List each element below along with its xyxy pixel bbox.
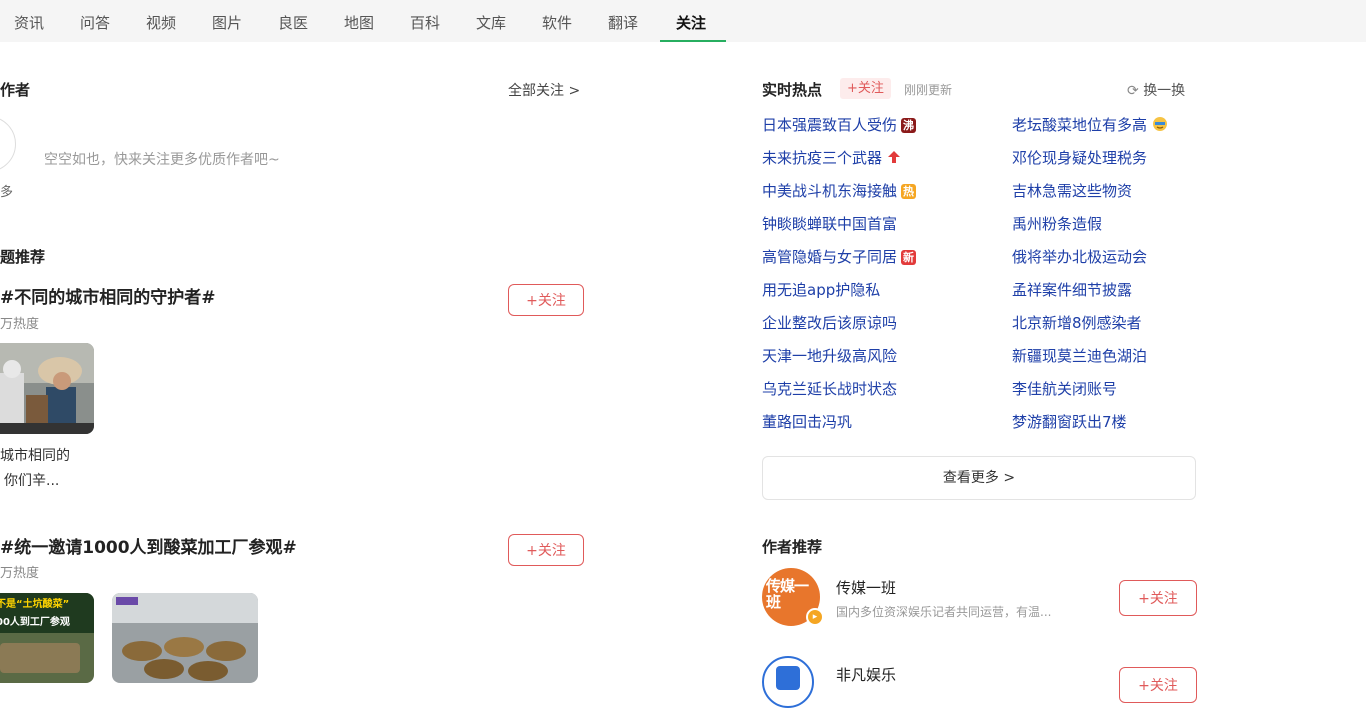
hot-item[interactable]: 钟睒睒蝉联中国首富 (762, 213, 897, 234)
hot-item[interactable]: 乌克兰延长战时状态 (762, 378, 897, 399)
refresh-label: 换一换 (1143, 83, 1186, 99)
emoji-face-icon (1152, 117, 1167, 131)
hot-item-text: 天津一地升级高风险 (762, 347, 898, 365)
thumbnail-text: 不是“土坑酸菜” (0, 599, 70, 610)
topics-section-title: 题推荐 (0, 248, 46, 266)
tab-follow[interactable]: 关注 (676, 0, 706, 42)
hot-badge-icon: 热 (901, 184, 917, 199)
topic-heat: 万热度 (0, 566, 40, 581)
hot-item-text: 高管隐婚与女子同居 (762, 248, 898, 266)
hot-item-text: 日本强震致百人受伤 (762, 116, 898, 134)
hot-item[interactable]: 未来抗疫三个武器 (762, 147, 901, 168)
hot-item[interactable]: 俄将举办北极运动会 (1012, 246, 1147, 267)
author-avatar-text: 传媒一班 (766, 577, 809, 611)
topic-heat: 万热度 (0, 317, 40, 332)
topic-title[interactable]: #统一邀请1000人到酸菜加工厂参观# (0, 533, 297, 558)
rising-arrow-icon (887, 151, 900, 163)
hot-item-text: 俄将举办北极运动会 (1012, 248, 1148, 266)
top-nav: 资讯 问答 视频 图片 良医 地图 百科 文库 软件 翻译 关注 (0, 0, 1366, 42)
author-follow-button[interactable]: +关注 (1119, 667, 1197, 703)
hot-item[interactable]: 孟祥案件细节披露 (1012, 279, 1132, 300)
hot-item-text: 邓伦现身疑处理税务 (1012, 149, 1148, 167)
boiling-badge-icon: 沸 (901, 118, 917, 133)
hot-item-text: 钟睒睒蝉联中国首富 (762, 215, 898, 233)
topic-thumbnail[interactable]: 不是“土坑酸菜” 00人到工厂参观 (0, 593, 94, 683)
tab-images[interactable]: 图片 (212, 0, 242, 42)
hot-item-text: 李佳航关闭账号 (1012, 380, 1118, 398)
tab-news[interactable]: 资讯 (14, 0, 44, 42)
author-name[interactable]: 非凡娱乐 (836, 664, 896, 685)
topic-title[interactable]: #不同的城市相同的守护者# (0, 283, 216, 308)
author-follow-button[interactable]: +关注 (1119, 580, 1197, 616)
all-follow-link[interactable]: 全部关注 > (508, 80, 580, 100)
topic-follow-button[interactable]: +关注 (508, 534, 584, 566)
tab-video[interactable]: 视频 (146, 0, 176, 42)
authors-section-title: 作者 (0, 81, 31, 99)
hot-item[interactable]: 用无追app护隐私 (762, 279, 880, 300)
hot-item[interactable]: 李佳航关闭账号 (1012, 378, 1117, 399)
author-name[interactable]: 传媒一班 (836, 577, 896, 598)
hot-item-text: 中美战斗机东海接触 (762, 182, 898, 200)
hot-item-text: 乌克兰延长战时状态 (762, 380, 898, 398)
author-recommend-title: 作者推荐 (762, 538, 823, 556)
hot-item[interactable]: 董路回击冯巩 (762, 411, 852, 432)
more-label-fragment[interactable]: 多 (0, 181, 13, 200)
hot-item[interactable]: 天津一地升级高风险 (762, 345, 897, 366)
hot-item-text: 禹州粉条造假 (1012, 215, 1103, 233)
topic-thumbnail[interactable] (0, 343, 94, 434)
hot-item[interactable]: 北京新增8例感染者 (1012, 312, 1142, 333)
hot-item-text: 梦游翻窗跃出7楼 (1012, 413, 1127, 431)
tab-baike[interactable]: 百科 (410, 0, 440, 42)
hot-item-text: 北京新增8例感染者 (1012, 314, 1142, 332)
topic-thumbnail-image (0, 343, 94, 434)
topic-thumbnail[interactable] (112, 593, 258, 683)
author-description: 国内多位资深娱乐记者共同运营，有温... (836, 605, 1052, 619)
hot-item-text: 新疆现莫兰迪色湖泊 (1012, 347, 1148, 365)
thumbnail-scene (0, 643, 80, 673)
author-avatar[interactable] (762, 656, 814, 708)
hot-item-text: 企业整改后该原谅吗 (762, 314, 898, 332)
hot-updated-text: 刚刚更新 (904, 83, 953, 97)
new-badge-icon: 新 (901, 250, 917, 265)
hot-item[interactable]: 日本强震致百人受伤沸 (762, 114, 917, 135)
hot-item-text: 吉林急需这些物资 (1012, 182, 1133, 200)
active-tab-underline (660, 40, 726, 42)
hot-item[interactable]: 邓伦现身疑处理税务 (1012, 147, 1147, 168)
author-avatar-logo-icon (776, 666, 800, 690)
refresh-icon: ⟳ (1127, 83, 1139, 99)
hot-item-text: 老坛酸菜地位有多高 (1012, 116, 1148, 134)
hot-item-text: 未来抗疫三个武器 (762, 149, 883, 167)
hot-item-text: 用无追app护隐私 (762, 281, 881, 299)
hot-item[interactable]: 企业整改后该原谅吗 (762, 312, 897, 333)
view-more-button[interactable]: 查看更多 > (762, 456, 1196, 500)
hot-item[interactable]: 老坛酸菜地位有多高 (1012, 114, 1168, 135)
tab-doctor[interactable]: 良医 (278, 0, 308, 42)
hot-item[interactable]: 中美战斗机东海接触热 (762, 180, 917, 201)
hot-item[interactable]: 吉林急需这些物资 (1012, 180, 1132, 201)
tab-qa[interactable]: 问答 (80, 0, 110, 42)
topic-follow-button[interactable]: +关注 (508, 284, 584, 316)
empty-avatar-circle (0, 116, 16, 172)
hot-item[interactable]: 梦游翻窗跃出7楼 (1012, 411, 1127, 432)
thumbnail-text: 00人到工厂参观 (0, 617, 70, 628)
hot-section-title: 实时热点 (762, 81, 823, 99)
hot-follow-button[interactable]: +关注 (840, 78, 891, 99)
topic-thumbnail-image (112, 593, 258, 683)
topic-caption-line1: 城市相同的 (0, 448, 70, 464)
topic-caption-line2: 你们辛... (4, 473, 60, 489)
verified-badge-icon: ▸ (806, 608, 824, 626)
hot-item[interactable]: 新疆现莫兰迪色湖泊 (1012, 345, 1147, 366)
empty-authors-text: 空空如也，快来关注更多优质作者吧~ (44, 152, 280, 168)
hot-item-text: 董路回击冯巩 (762, 413, 853, 431)
hot-item[interactable]: 禹州粉条造假 (1012, 213, 1102, 234)
tab-map[interactable]: 地图 (344, 0, 374, 42)
hot-item[interactable]: 高管隐婚与女子同居新 (762, 246, 917, 267)
tab-software[interactable]: 软件 (542, 0, 572, 42)
refresh-button[interactable]: ⟳ 换一换 (1127, 80, 1185, 100)
hot-item-text: 孟祥案件细节披露 (1012, 281, 1133, 299)
tab-translate[interactable]: 翻译 (608, 0, 638, 42)
tab-wenku[interactable]: 文库 (476, 0, 506, 42)
